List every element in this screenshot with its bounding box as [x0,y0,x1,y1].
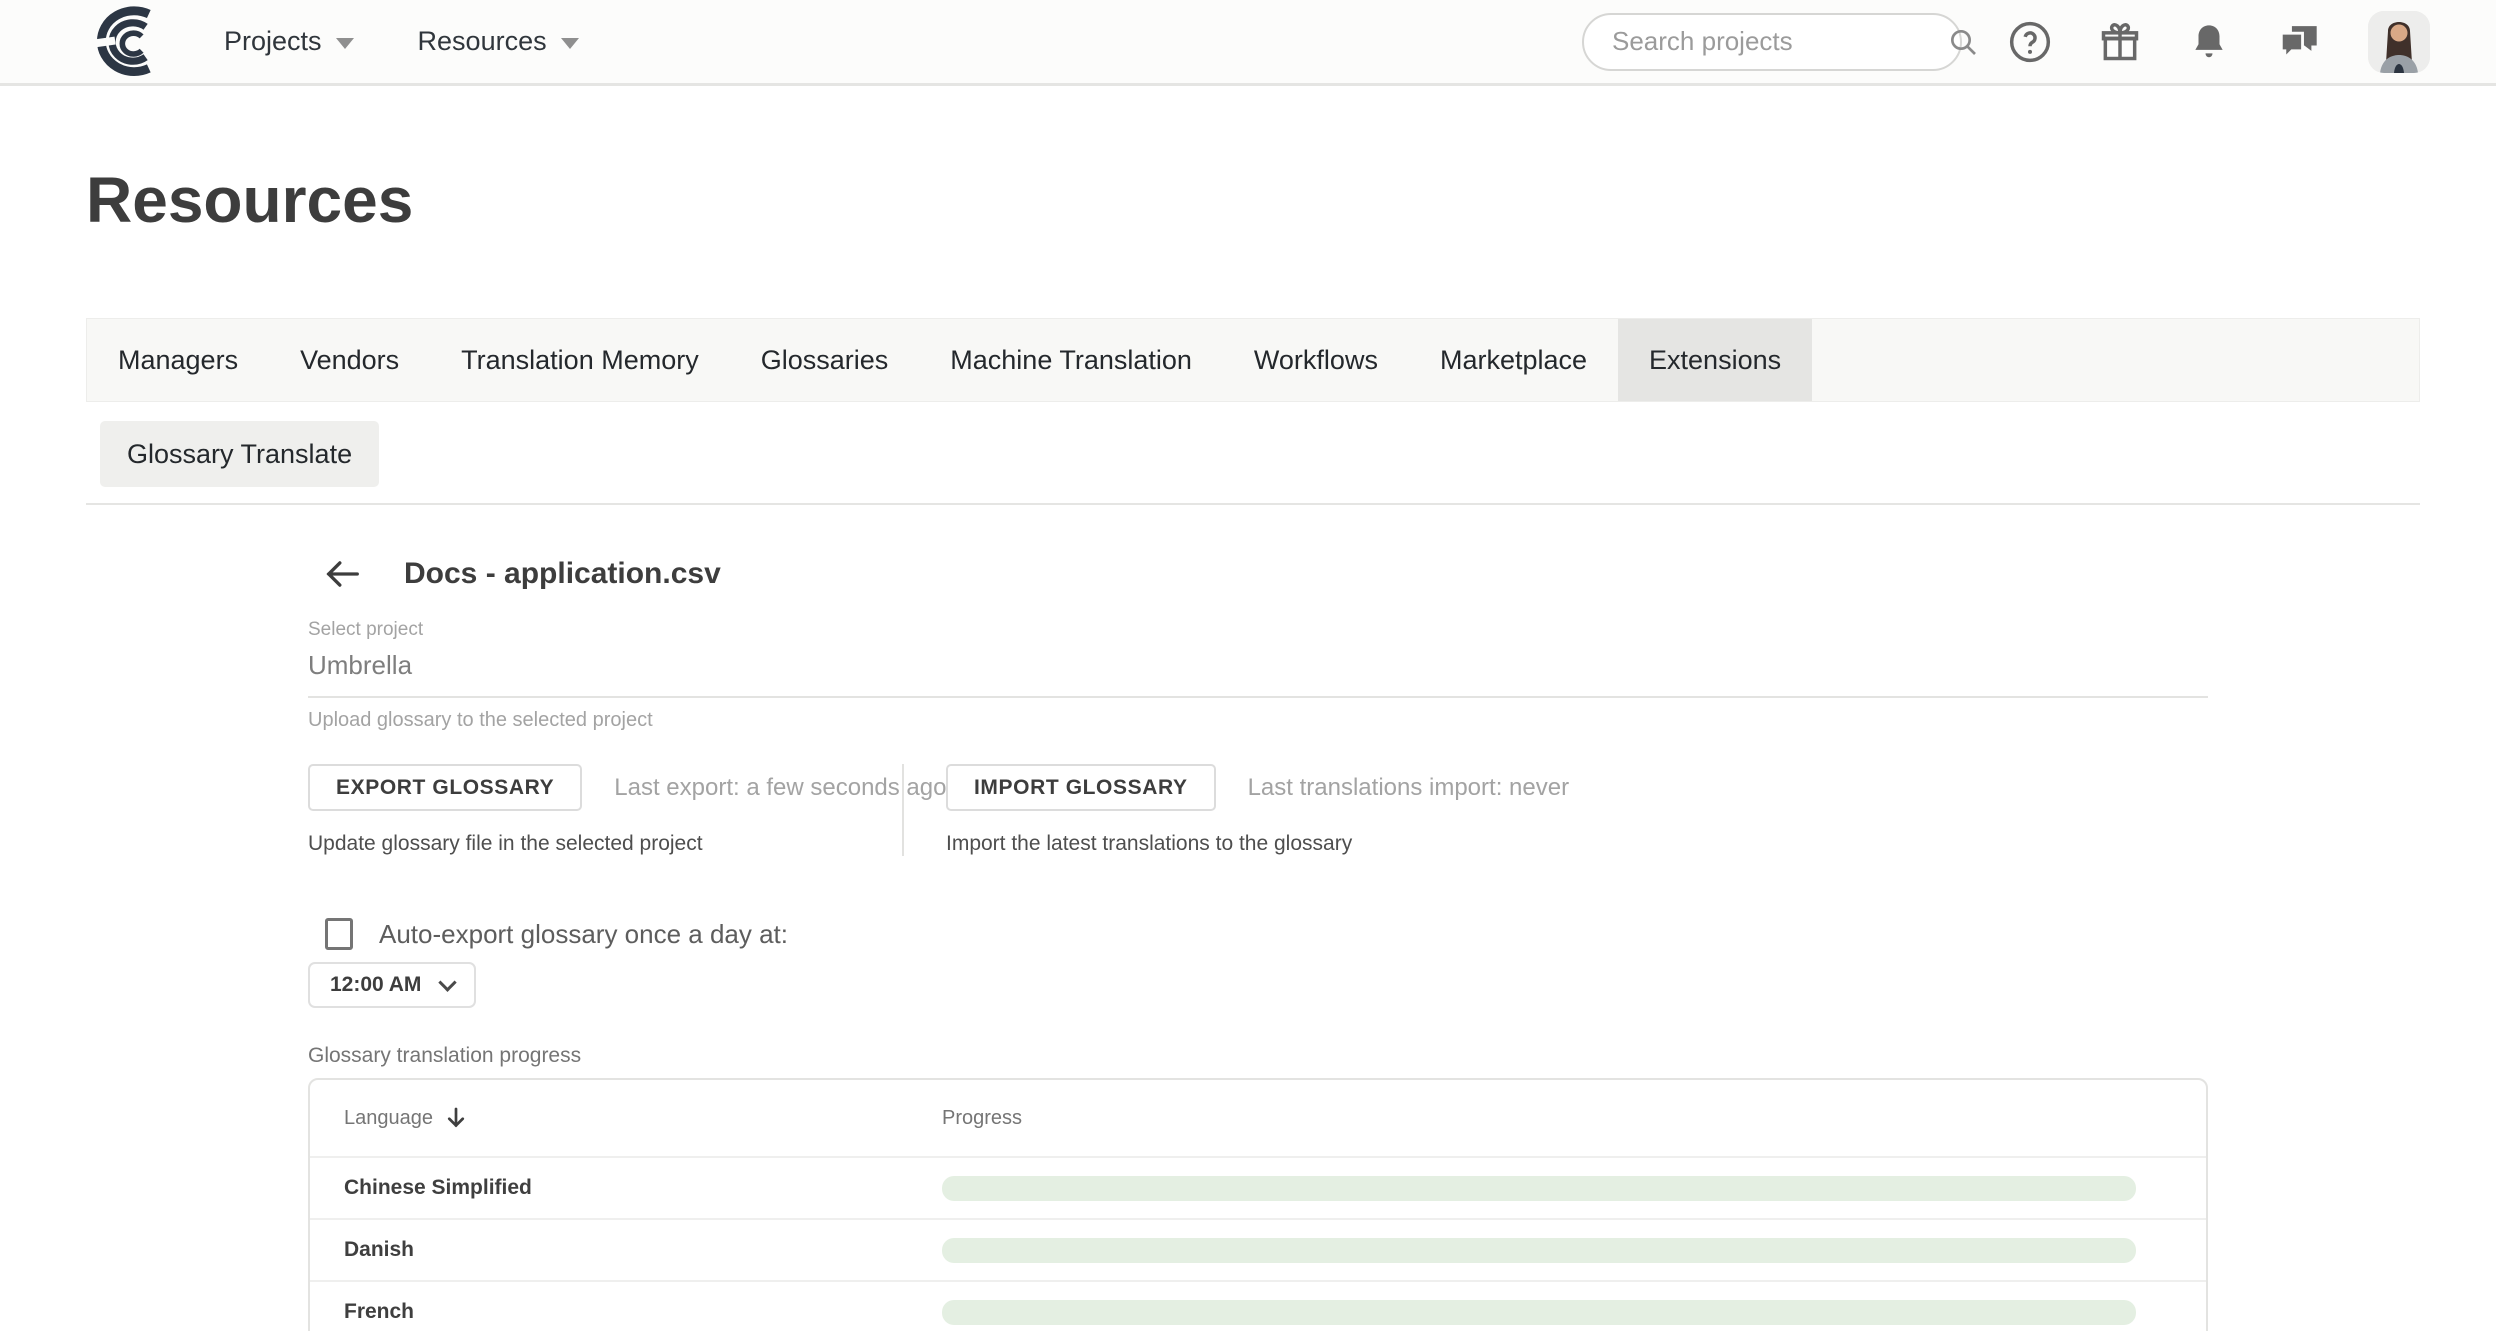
time-select-value: 12:00 AM [330,973,421,997]
nav-projects[interactable]: Projects [224,26,354,57]
panel-header: Docs - application.csv [308,557,2208,591]
time-select[interactable]: 12:00 AM [308,962,476,1008]
chevron-down-icon [439,973,457,991]
chat-icon[interactable] [2276,20,2322,64]
auto-export-label: Auto-export glossary once a day at: [379,919,788,950]
tab-bar: ManagersVendorsTranslation MemoryGlossar… [86,318,2420,402]
tab-workflows[interactable]: Workflows [1223,319,1409,401]
column-header-progress: Progress [942,1107,1022,1130]
language-cell: French [344,1300,942,1324]
tab-extensions[interactable]: Extensions [1618,319,1812,401]
progress-cell [942,1238,2206,1263]
progress-cell [942,1300,2206,1325]
progress-table: Language Progress Chinese Simplified Dani… [308,1078,2208,1331]
select-project-label: Select project [308,619,2208,641]
select-project-helper: Upload glossary to the selected project [308,709,2208,732]
search-icon[interactable] [1947,26,1979,58]
tab-glossaries[interactable]: Glossaries [730,319,920,401]
nav-resources[interactable]: Resources [418,26,579,57]
table-header-row: Language Progress [310,1080,2206,1156]
column-header-language[interactable]: Language [344,1106,942,1130]
app-logo-icon[interactable] [88,6,168,78]
last-export-status: Last export: a few seconds ago [614,774,946,802]
table-body: Chinese Simplified Danish French [310,1156,2206,1331]
progress-bar [942,1176,2136,1201]
project-select[interactable]: Umbrella [308,650,2208,681]
last-import-status: Last translations import: never [1248,774,1569,802]
top-bar-actions [1582,11,2430,73]
document-title: Docs - application.csv [404,557,721,591]
export-section: EXPORT GLOSSARY Last export: a few secon… [308,764,902,856]
page-title: Resources [86,160,2496,240]
help-icon[interactable] [2008,20,2052,64]
avatar[interactable] [2368,11,2430,73]
subtab-bar: Glossary Translate [100,421,2420,487]
main-nav: Projects Resources [224,26,579,57]
search-input[interactable] [1612,26,1947,57]
top-nav-bar: Projects Resources [0,0,2496,86]
nav-label: Projects [224,26,322,57]
glossary-translate-panel: Docs - application.csv Select project Um… [308,557,2208,1331]
auto-export-checkbox[interactable] [325,918,353,950]
table-row: Chinese Simplified [310,1156,2206,1218]
export-helper: Update glossary file in the selected pro… [308,832,902,856]
import-helper: Import the latest translations to the gl… [946,832,1569,856]
auto-export-row: Auto-export glossary once a day at: [308,918,2208,950]
subtab-glossary-translate[interactable]: Glossary Translate [100,421,379,487]
sort-desc-icon [445,1106,467,1130]
bell-icon[interactable] [2188,20,2230,64]
table-row: Danish [310,1218,2206,1280]
progress-cell [942,1176,2206,1201]
back-button[interactable] [308,558,362,590]
select-project-field: Select project Umbrella Upload glossary … [308,619,2208,732]
search-box[interactable] [1582,13,1962,71]
tab-vendors[interactable]: Vendors [269,319,430,401]
nav-label: Resources [418,26,547,57]
export-import-row: EXPORT GLOSSARY Last export: a few secon… [308,764,2208,856]
progress-bar [942,1300,2136,1325]
input-underline [308,696,2208,698]
import-section: IMPORT GLOSSARY Last translations import… [904,764,1569,856]
gift-icon[interactable] [2098,20,2142,64]
tab-machine-translation[interactable]: Machine Translation [919,319,1223,401]
section-divider [86,503,2420,505]
language-cell: Chinese Simplified [344,1176,942,1200]
tab-marketplace[interactable]: Marketplace [1409,319,1618,401]
import-glossary-button[interactable]: IMPORT GLOSSARY [946,764,1216,811]
table-row: French [310,1280,2206,1331]
tab-managers[interactable]: Managers [87,319,269,401]
export-glossary-button[interactable]: EXPORT GLOSSARY [308,764,582,811]
chevron-down-icon [561,38,579,49]
progress-bar [942,1238,2136,1263]
language-cell: Danish [344,1238,942,1262]
language-column-label: Language [344,1107,433,1130]
chevron-down-icon [336,38,354,49]
progress-section-label: Glossary translation progress [308,1044,2208,1068]
tab-translation-memory[interactable]: Translation Memory [430,319,730,401]
